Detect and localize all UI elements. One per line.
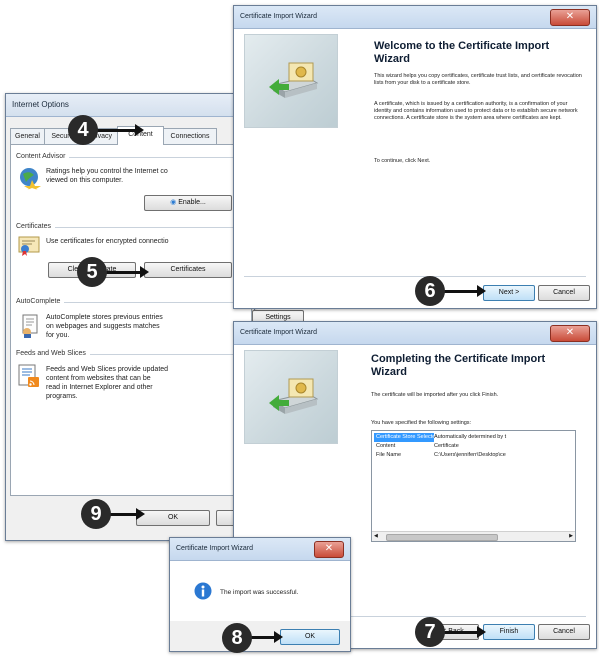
- cancel-button[interactable]: Cancel: [538, 624, 590, 640]
- ok-button[interactable]: OK: [136, 510, 210, 526]
- close-button[interactable]: ✕: [550, 9, 590, 26]
- feeds-text-2: content from websites that can be: [46, 375, 151, 382]
- content-advisor-heading: Content Advisor: [16, 153, 70, 160]
- horizontal-scrollbar[interactable]: ◀ ▶: [372, 531, 575, 541]
- internet-options-title: Internet Options: [6, 94, 254, 117]
- internet-options-window: Internet Options General Security Privac…: [5, 93, 255, 541]
- wizard-complete-title: Certificate Import Wizard: [234, 322, 596, 345]
- complete-heading-1: Completing the Certificate Import: [371, 353, 546, 365]
- step-arrow-6: [443, 285, 486, 297]
- autocomplete-text-3: for you.: [46, 332, 70, 339]
- settings-label: You have specified the following setting…: [371, 420, 472, 426]
- list-item[interactable]: Certificate Store Selected Automatically…: [374, 433, 573, 442]
- tab-connections[interactable]: Connections: [163, 128, 217, 144]
- next-button[interactable]: Next >: [483, 285, 535, 301]
- list-item[interactable]: Content Certificate: [374, 442, 573, 451]
- autocomplete-icon: [20, 314, 40, 340]
- welcome-heading-2: Wizard: [374, 53, 410, 65]
- setting-value: Certificate: [434, 443, 459, 449]
- tab-general[interactable]: General: [10, 128, 45, 144]
- certificate-graphic: [244, 350, 338, 444]
- content-advisor-text-2: viewed on this computer.: [46, 177, 124, 184]
- step-callout-7: 7: [415, 617, 445, 647]
- step-callout-8: 8: [222, 623, 252, 653]
- wizard-welcome-title: Certificate Import Wizard: [234, 6, 596, 29]
- step-callout-4: 4: [68, 115, 98, 145]
- step-callout-6: 6: [415, 276, 445, 306]
- feeds-icon: [18, 364, 40, 390]
- close-button[interactable]: ✕: [550, 325, 590, 342]
- ok-button[interactable]: OK: [280, 629, 340, 645]
- step-callout-5: 5: [77, 257, 107, 287]
- feeds-text-1: Feeds and Web Slices provide updated: [46, 366, 169, 373]
- close-icon: ✕: [324, 543, 334, 554]
- setting-key: File Name: [376, 452, 402, 458]
- feeds-heading: Feeds and Web Slices: [16, 350, 90, 357]
- setting-key: Content: [376, 443, 396, 449]
- close-icon: ✕: [565, 327, 575, 338]
- cancel-button[interactable]: Cancel: [538, 285, 590, 301]
- shield-icon: ◉: [170, 199, 177, 206]
- step-arrow-8: [250, 631, 283, 643]
- finish-button[interactable]: Finish: [483, 624, 535, 640]
- enable-button[interactable]: ◉ Enable...: [144, 195, 232, 211]
- welcome-paragraph-1: This wizard helps you copy certificates,…: [374, 73, 582, 86]
- certificate-graphic: [244, 34, 338, 128]
- autocomplete-text-2: on webpages and suggests matches: [46, 323, 160, 330]
- certificate-icon: [18, 234, 40, 258]
- feeds-text-3: read in Internet Explorer and other: [46, 384, 153, 391]
- close-button[interactable]: ✕: [314, 541, 344, 558]
- welcome-paragraph-2: A certificate, which is issued by a cert…: [374, 101, 578, 121]
- autocomplete-text-1: AutoComplete stores previous entries: [46, 314, 163, 321]
- welcome-paragraph-3: To continue, click Next.: [374, 158, 431, 164]
- settings-list[interactable]: Certificate Store Selected Automatically…: [371, 430, 576, 542]
- scroll-thumb[interactable]: [386, 534, 498, 541]
- feeds-text-4: programs.: [46, 393, 78, 400]
- content-advisor-icon: [18, 166, 42, 192]
- setting-value: Automatically determined by t: [434, 434, 507, 440]
- enable-button-label: Enable...: [178, 199, 206, 206]
- wizard-welcome-window: Certificate Import Wizard ✕ Welcome to t…: [233, 5, 597, 309]
- close-icon: ✕: [565, 11, 575, 22]
- certificate-disk-icon: [269, 62, 319, 98]
- certificate-disk-icon: [269, 378, 319, 414]
- complete-heading-2: Wizard: [371, 366, 407, 378]
- success-dialog: Certificate Import Wizard ✕ The import w…: [169, 537, 351, 652]
- list-item[interactable]: File Name C:\Users\jenniferr\Desktop\ce: [374, 451, 573, 460]
- step-arrow-9: [109, 508, 145, 520]
- scroll-right-icon[interactable]: ▶: [569, 533, 573, 539]
- success-message: The import was successful.: [220, 589, 299, 596]
- scroll-left-icon[interactable]: ◀: [374, 533, 378, 539]
- divider: [244, 276, 586, 277]
- step-arrow-7: [443, 626, 486, 638]
- content-advisor-text-1: Ratings help you control the Internet co: [46, 168, 168, 175]
- certificates-text: Use certificates for encrypted connectio: [46, 238, 169, 245]
- autocomplete-heading: AutoComplete: [16, 298, 65, 305]
- welcome-heading-1: Welcome to the Certificate Import: [374, 40, 550, 52]
- info-icon: [194, 582, 212, 602]
- setting-key: Certificate Store Selected: [374, 433, 434, 442]
- step-arrow-4: [96, 124, 144, 136]
- step-arrow-5: [105, 266, 149, 278]
- certificates-button[interactable]: Certificates: [144, 262, 232, 278]
- setting-value: C:\Users\jenniferr\Desktop\ce: [434, 452, 506, 458]
- complete-paragraph: The certificate will be imported after y…: [371, 392, 499, 398]
- certificates-heading: Certificates: [16, 223, 56, 230]
- step-callout-9: 9: [81, 499, 111, 529]
